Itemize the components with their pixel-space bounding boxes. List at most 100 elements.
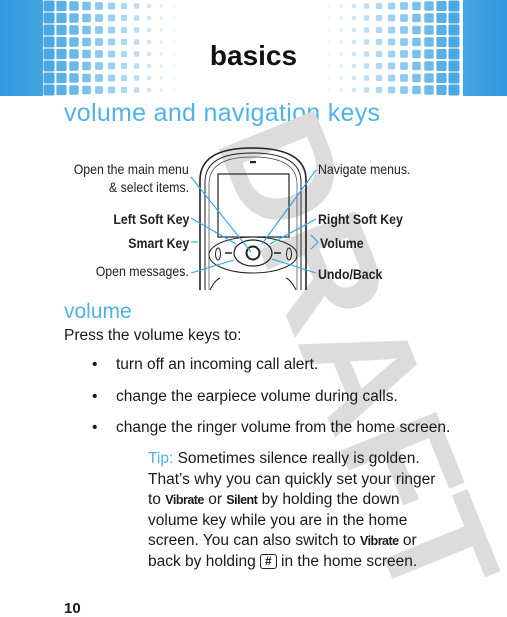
bullet-icon: • [92,388,98,405]
header-grid-square [108,86,115,94]
header-grid-square [159,28,164,32]
header-grid-square [172,88,176,92]
header-grid-square [327,88,331,92]
header-grid-square [146,87,152,93]
header-grid-square [412,13,421,23]
header-grid-square [424,73,434,83]
header-grid-square [388,2,395,10]
page-header: basics [0,0,507,96]
header-grid-square [69,25,79,35]
header-grid-square [339,28,344,32]
header-grid-square [69,73,79,83]
header-grid-square [146,27,152,33]
header-grid-square [339,88,344,92]
header-grid-square [159,76,164,80]
header-grid-square [159,88,164,92]
header-grid-square [43,0,55,12]
tip-text: or [203,491,227,508]
label-main-menu-2: & select items. [108,179,189,195]
header-grid-square [159,4,164,8]
label-left-soft-key: Left Soft Key [113,211,189,227]
header-grid-square [146,75,152,81]
header-grid-square [56,72,67,84]
header-grid-square [375,2,383,10]
header-grid-square [436,0,447,12]
bullet-item: turn off an incoming call alert. [116,356,319,373]
header-grid-square [133,75,140,81]
header-grid-square [69,1,79,11]
earpiece [250,161,256,164]
header-grid-square [95,14,103,22]
header-grid-square [69,85,79,95]
header-grid-square [375,26,383,34]
header-grid-square [375,86,383,94]
header-grid-square [363,75,370,81]
header-grid-square [120,26,128,34]
label-navigate: Navigate menus. [318,161,411,177]
header-grid-square [56,0,67,12]
header-grid-square [448,12,460,24]
header-grid-square [82,25,91,35]
header-grid-square [82,73,91,83]
header-grid-square [146,15,152,21]
header-grid-square [388,26,395,34]
header-grid-square [146,3,152,9]
header-grid-square [448,84,460,96]
keyword-vibrate: Vibrate [359,534,399,548]
header-grid-square [159,16,164,20]
left-side-key [215,247,221,261]
header-grid-square [363,15,370,21]
header-grid-square [43,24,55,36]
header-grid-square [424,1,434,11]
header-grid-square [133,3,140,9]
header-grid-square [351,27,357,33]
header-grid-square [388,14,395,22]
header-grid-square [108,26,115,34]
header-grid-square [363,27,370,33]
phone-body-outer [199,147,307,290]
bullet-icon: • [92,356,98,373]
keyword-vibrate: Vibrate [165,493,204,507]
header-grid-square [108,14,115,22]
header-grid-square [388,74,395,82]
header-grid-square [95,74,103,82]
header-grid-square [56,24,67,36]
header-grid-square [400,86,408,94]
header-grid-square [82,13,91,23]
header-grid-square [351,15,357,21]
header-grid-square [120,86,128,94]
tip-label: Tip: [148,450,174,467]
tip-paragraph: Tip: Sometimes silence really is golden.… [148,449,448,572]
header-grid-square [43,72,55,84]
header-grid-square [412,85,421,95]
keypad-ring [208,236,298,274]
header-grid-square [327,16,331,20]
header-grid-square [56,12,67,24]
page-number: 10 [64,600,81,617]
header-grid-square [363,87,370,93]
header-grid-square [424,25,434,35]
header-grid-square [69,13,79,23]
header-grid-square [133,87,140,93]
header-grid-square [327,76,331,80]
right-side-key [286,247,292,261]
section-title: basics [209,40,298,71]
phone-screen [217,173,290,238]
header-grid-square [108,74,115,82]
phone-diagram: Open the main menu & select items. Left … [0,140,507,300]
bullet-item: change the ringer volume from the home s… [116,419,451,436]
header-grid-square [424,13,434,23]
header-grid-square [327,4,331,8]
header-grid-square [120,74,128,82]
phone-body-inner2 [208,156,298,290]
header-grid-square [43,12,55,24]
header-grid-square [172,76,176,80]
nav-ring [233,239,273,267]
header-grid-square [351,75,357,81]
header-grid-square [56,84,67,96]
header-grid-square [339,76,344,80]
header-grid-square [436,12,447,24]
header-grid-square [82,1,91,11]
header-grid-square [448,0,460,12]
header-grid-square [400,74,408,82]
